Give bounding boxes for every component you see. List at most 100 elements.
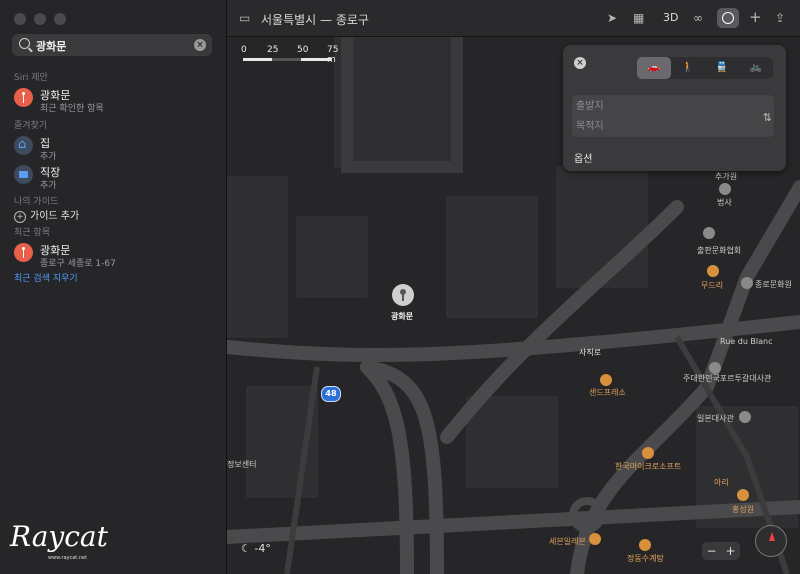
search-input[interactable] <box>34 36 188 56</box>
toolbar: ▭ 서울특별시 — 종로구 ➤ ▦ 3D ∞ + ⇪ <box>227 0 800 37</box>
poi-icon[interactable] <box>703 227 715 239</box>
poi-label: 아리 <box>714 478 729 487</box>
favorite-item-work[interactable]: 직장 추가 <box>14 164 214 192</box>
window-title: 서울특별시 — 종로구 <box>261 13 369 27</box>
restaurant-icon[interactable] <box>600 374 612 386</box>
briefcase-icon <box>14 165 33 184</box>
poi-label: 일본대사관 <box>697 414 734 423</box>
sidebar: × Siri 제안 광화문 최근 확인한 항목 즐겨찾기 집 추가 직장 추가 … <box>0 0 227 574</box>
maps-window: × Siri 제안 광화문 최근 확인한 항목 즐겨찾기 집 추가 직장 추가 … <box>0 0 800 574</box>
poi-label: 한국마이크로소프트 <box>615 462 682 471</box>
directions-button[interactable] <box>717 8 739 28</box>
street-label: 사직로 <box>579 348 602 357</box>
directions-icon <box>722 12 734 24</box>
scale-bar-graphic <box>243 58 331 61</box>
watermark-url: www.raycat.net <box>48 555 88 561</box>
mode-car-button[interactable]: 🚗 <box>637 57 671 79</box>
pin-label: 광화문 <box>391 312 414 321</box>
map-view[interactable]: 0 25 50 75 m 광화문 48 사직로 추가원 법사 출판문화협회 무드… <box>227 37 800 574</box>
pin-icon <box>14 243 33 262</box>
poi-label: 추가원 <box>715 172 738 181</box>
poi-label: 출판문화협회 <box>697 246 742 255</box>
mode-walk-button[interactable]: 🚶 <box>671 57 705 79</box>
scale-label: 50 <box>297 45 309 55</box>
clear-search-icon[interactable]: × <box>194 39 206 51</box>
favorite-item-home[interactable]: 집 추가 <box>14 135 214 163</box>
zoom-out-button[interactable]: − <box>706 542 716 560</box>
siri-suggestion-item[interactable]: 광화문 최근 확인한 항목 <box>14 87 214 115</box>
poi-label: 주대한민국포르투갈대사관 <box>683 374 772 383</box>
close-window-button[interactable] <box>14 13 26 25</box>
options-button[interactable]: 옵션 <box>574 150 592 165</box>
mode-transit-button[interactable]: 🚆 <box>705 57 739 79</box>
clear-recent-link[interactable]: 최근 검색 지우기 <box>14 271 78 284</box>
poi-label: 종로문화원 <box>755 280 792 289</box>
location-pin-icon[interactable] <box>392 284 414 306</box>
building-block <box>227 176 288 338</box>
poi-icon[interactable] <box>719 183 731 195</box>
destination-field[interactable]: 목적지 <box>574 118 756 136</box>
poi-label: 세븐일레븐 <box>549 537 586 546</box>
scale-label: 0 <box>241 45 247 55</box>
section-label-favorites: 즐겨찾기 <box>14 121 48 131</box>
poi-icon[interactable] <box>741 277 753 289</box>
building-block <box>446 196 538 318</box>
transport-mode-selector: 🚗 🚶 🚆 🚲 <box>637 57 773 79</box>
watermark-logo: Raycat <box>10 520 108 553</box>
item-subtitle: 종로구 세종로 1-67 <box>40 259 116 269</box>
zoom-window-button[interactable] <box>54 13 66 25</box>
scale-label: 75 m <box>327 45 339 65</box>
compass-icon[interactable] <box>755 525 787 557</box>
minimize-window-button[interactable] <box>34 13 46 25</box>
moon-icon: ☾ <box>241 542 251 555</box>
section-label-recent: 최근 항목 <box>14 228 50 238</box>
zoom-in-button[interactable]: + <box>725 542 735 560</box>
poi-label: 법사 <box>717 198 732 207</box>
look-around-icon[interactable]: ∞ <box>693 11 703 25</box>
building-block <box>466 396 558 488</box>
building-block <box>296 216 368 298</box>
plus-icon[interactable]: + <box>749 8 762 26</box>
map-icon[interactable]: ▦ <box>633 11 644 25</box>
directions-panel: × 🚗 🚶 🚆 🚲 출발지 목적지 ⇅ 옵션 <box>563 45 786 171</box>
swap-icon[interactable]: ⇅ <box>763 111 772 124</box>
search-icon <box>19 38 30 49</box>
poi-label: 정동수계탕 <box>627 554 664 563</box>
section-label-siri: Siri 제안 <box>14 73 48 83</box>
poi-label: 샌드프레소 <box>589 388 626 397</box>
section-label-guides: 나의 가이드 <box>14 197 59 207</box>
share-icon[interactable]: ⇪ <box>775 11 785 25</box>
shop-icon[interactable] <box>642 447 654 459</box>
zoom-control: − + <box>702 542 740 560</box>
poi-label: Rue du Blanc <box>720 337 773 346</box>
road-loop-inner <box>360 360 414 574</box>
recent-item[interactable]: 광화문 종로구 세종로 1-67 <box>14 242 214 270</box>
add-guide-button[interactable]: + 가이드 추가 <box>14 207 79 223</box>
shop-icon[interactable] <box>589 533 601 545</box>
search-bar[interactable]: × <box>12 34 212 56</box>
restaurant-icon[interactable] <box>639 539 651 551</box>
poi-label: 홍성원 <box>732 505 755 514</box>
restaurant-icon[interactable] <box>737 489 749 501</box>
poi-label: 무드리 <box>701 281 724 290</box>
add-guide-label: 가이드 추가 <box>30 211 80 222</box>
plus-circle-icon: + <box>14 211 26 223</box>
3d-button[interactable]: 3D <box>663 11 678 24</box>
mode-bike-button[interactable]: 🚲 <box>739 57 773 79</box>
item-subtitle: 최근 확인한 항목 <box>40 104 104 114</box>
restaurant-icon[interactable] <box>707 265 719 277</box>
window-controls <box>14 13 66 25</box>
origin-field[interactable]: 출발지 <box>574 98 756 116</box>
weather-indicator: ☾ -4° <box>241 542 271 555</box>
home-icon <box>14 136 33 155</box>
sidebar-icon[interactable]: ▭ <box>239 11 250 25</box>
pin-icon <box>14 88 33 107</box>
poi-label: 정보센터 <box>227 460 257 469</box>
poi-icon[interactable] <box>739 411 751 423</box>
location-arrow-icon[interactable]: ➤ <box>607 11 617 25</box>
close-icon[interactable]: × <box>574 57 586 69</box>
item-subtitle: 추가 <box>40 181 57 191</box>
item-subtitle: 추가 <box>40 152 57 162</box>
temperature-value: -4° <box>254 542 271 555</box>
route-badge: 48 <box>321 386 341 402</box>
